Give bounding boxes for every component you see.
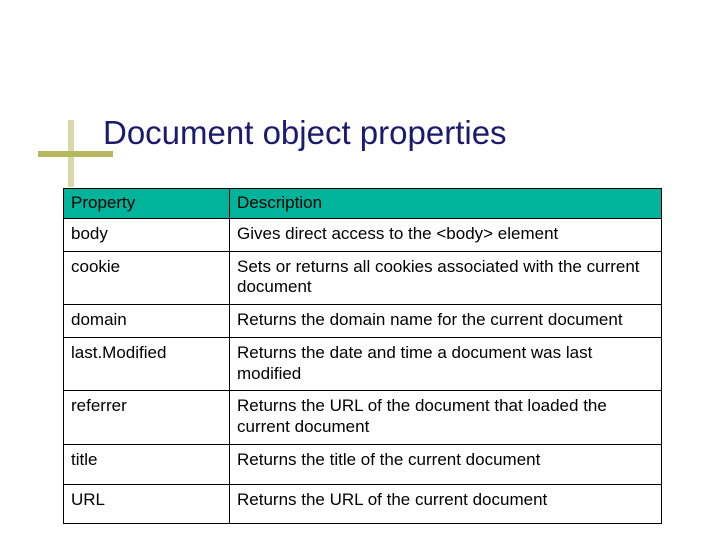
col-header-property: Property — [64, 189, 230, 219]
cell-property: referrer — [64, 391, 230, 444]
cell-property: body — [64, 219, 230, 252]
cell-description: Returns the date and time a document was… — [230, 337, 662, 390]
cell-property: URL — [64, 484, 230, 524]
slide-title: Document object properties — [103, 114, 507, 152]
cell-property: title — [64, 444, 230, 484]
col-header-description: Description — [230, 189, 662, 219]
cell-property: last.Modified — [64, 337, 230, 390]
table-row: body Gives direct access to the <body> e… — [64, 219, 662, 252]
cell-description: Returns the title of the current documen… — [230, 444, 662, 484]
cell-description: Gives direct access to the <body> elemen… — [230, 219, 662, 252]
cell-description: Returns the URL of the document that loa… — [230, 391, 662, 444]
table-row: title Returns the title of the current d… — [64, 444, 662, 484]
table-row: cookie Sets or returns all cookies assoc… — [64, 251, 662, 304]
properties-table: Property Description body Gives direct a… — [63, 188, 662, 524]
table-row: referrer Returns the URL of the document… — [64, 391, 662, 444]
cell-property: domain — [64, 305, 230, 338]
cell-description: Returns the domain name for the current … — [230, 305, 662, 338]
table-header-row: Property Description — [64, 189, 662, 219]
title-bullet-horizontal — [38, 151, 113, 157]
table-row: domain Returns the domain name for the c… — [64, 305, 662, 338]
table-row: last.Modified Returns the date and time … — [64, 337, 662, 390]
table-row: URL Returns the URL of the current docum… — [64, 484, 662, 524]
cell-property: cookie — [64, 251, 230, 304]
cell-description: Returns the URL of the current document — [230, 484, 662, 524]
cell-description: Sets or returns all cookies associated w… — [230, 251, 662, 304]
